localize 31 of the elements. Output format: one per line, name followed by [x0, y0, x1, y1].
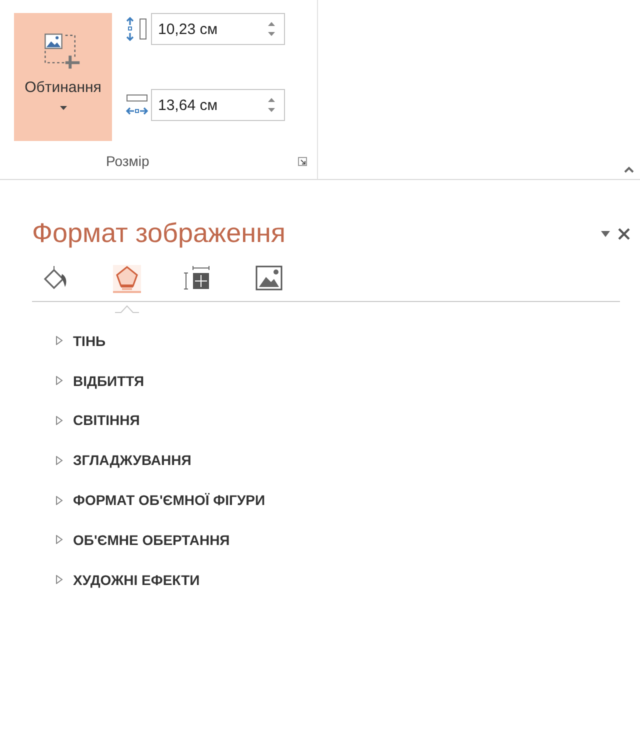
section-header[interactable]: ВІДБИТТЯ: [73, 372, 144, 389]
crop-button[interactable]: Обтинання: [14, 13, 112, 141]
expand-arrow-icon[interactable]: [55, 535, 63, 544]
caret-icon: [60, 106, 66, 110]
section-header[interactable]: ХУДОЖНІ ЕФЕКТИ: [73, 572, 200, 588]
expand-arrow-icon[interactable]: [55, 456, 63, 465]
dropdown-icon[interactable]: [601, 230, 610, 236]
section-header[interactable]: СВІТІННЯ: [73, 412, 140, 428]
spinner-icon[interactable]: [268, 21, 275, 37]
dialog-launcher-icon[interactable]: [298, 156, 307, 166]
width-icon: [126, 93, 148, 117]
group-label: Розмір: [106, 153, 150, 169]
crop-icon: [44, 33, 82, 71]
section-header[interactable]: ТІНЬ: [73, 332, 106, 349]
expand-arrow-icon[interactable]: [55, 575, 63, 584]
expand-arrow-icon[interactable]: [55, 336, 63, 346]
expand-arrow-icon[interactable]: [55, 376, 63, 386]
expand-arrow-icon[interactable]: [55, 496, 63, 505]
size-field[interactable]: 13,64 см: [151, 89, 285, 121]
picture-tab-icon[interactable]: [255, 265, 283, 293]
spinner-icon[interactable]: [268, 97, 275, 113]
section-header[interactable]: ЗГЛАДЖУВАННЯ: [73, 452, 192, 468]
expand-arrow-icon[interactable]: [55, 416, 63, 425]
collapse-ribbon-icon[interactable]: [624, 166, 634, 173]
section-header[interactable]: ОБ'ЄМНЕ ОБЕРТАННЯ: [73, 532, 230, 548]
size-field[interactable]: 10,23 см: [151, 13, 285, 45]
close-icon[interactable]: [618, 228, 630, 240]
pane-title: Формат зображення: [32, 218, 286, 249]
effects-tab-icon[interactable]: [113, 265, 141, 293]
section-header[interactable]: ФОРМАТ ОБ'ЄМНОЇ ФІГУРИ: [73, 492, 266, 508]
height-icon: [126, 17, 148, 41]
